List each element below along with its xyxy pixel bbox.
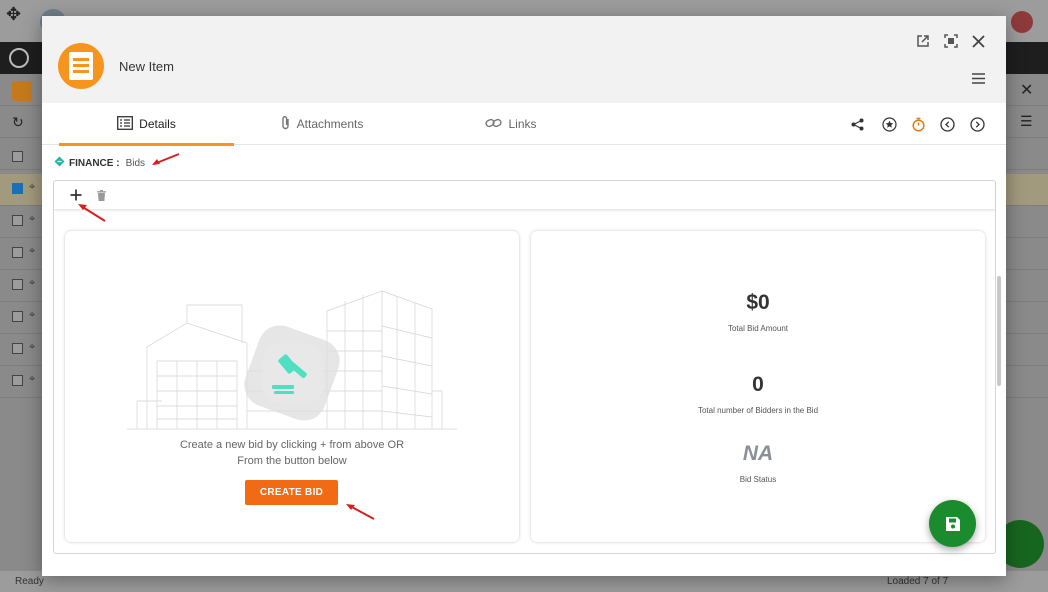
background-app-icon [9,48,29,68]
empty-state-line2: From the button below [237,455,347,467]
total-bid-amount-label: Total Bid Amount [727,324,789,333]
link-icon [485,117,503,132]
next-icon[interactable] [968,115,986,133]
details-icon [117,115,134,133]
create-bid-button[interactable]: CREATE BID [245,480,338,505]
breadcrumb: FINANCE : Bids [54,156,145,170]
row-checkbox[interactable] [12,183,23,194]
bid-summary-card: $0 Total Bid Amount 0 Total number of Bi… [531,231,985,542]
row-checkbox[interactable] [12,343,23,354]
tab-details-label: Details [139,117,176,131]
row-checkbox[interactable] [12,375,23,386]
finance-module-icon [54,156,65,170]
move-cursor-icon: ✥ [6,4,22,24]
tab-attachments-label: Attachments [296,117,364,131]
bidder-count-value: 0 [752,373,764,396]
menu-icon[interactable] [969,69,987,87]
location-pin-icon: ⌖ [29,341,36,353]
row-checkbox[interactable] [12,247,23,258]
tab-links-label: Links [508,117,537,131]
bid-status-label: Bid Status [739,475,777,484]
location-pin-icon: ⌖ [29,245,36,257]
modal-title: New Item [119,59,174,74]
breadcrumb-module[interactable]: FINANCE : [69,158,120,169]
row-checkbox[interactable] [12,311,23,322]
save-button[interactable] [929,500,976,547]
background-module-icon [12,81,32,101]
tab-attachments[interactable]: Attachments [272,103,372,145]
tab-details[interactable]: Details [59,103,234,146]
background-close-icon[interactable]: ✕ [1020,80,1033,100]
location-pin-icon: ⌖ [29,373,36,385]
status-loaded: Loaded 7 of 7 [887,576,949,587]
previous-icon[interactable] [938,115,956,133]
background-menu-icon[interactable]: ☰ [1020,113,1033,130]
modal-scrollbar[interactable] [997,276,1001,386]
row-checkbox[interactable] [12,279,23,290]
tab-bar: Details Attachments Links [42,103,1006,146]
location-pin-icon: ⌖ [29,181,36,193]
annotation-arrow-add [78,204,106,222]
tab-links[interactable]: Links [466,103,556,145]
row-checkbox[interactable] [12,215,23,226]
fullscreen-icon[interactable] [942,32,960,50]
user-avatar[interactable] [1011,11,1033,33]
annotation-arrow-breadcrumb [152,153,180,165]
timer-icon[interactable] [909,115,927,133]
share-icon[interactable] [848,115,866,133]
bidder-count-label: Total number of Bidders in the Bid [697,406,819,415]
empty-state-line1: Create a new bid by clicking + from abov… [179,439,405,451]
location-pin-icon: ⌖ [29,213,36,225]
favorite-star-icon[interactable] [880,115,898,133]
item-modal: New Item Details Attachments Links FINAN… [42,16,1006,576]
save-icon [945,516,960,531]
annotation-arrow-create [346,504,375,520]
bids-panel: Create a new bid by clicking + from abov… [53,180,996,554]
row-checkbox[interactable] [12,151,23,162]
location-pin-icon: ⌖ [29,277,36,289]
modal-header: New Item [42,16,1006,103]
location-pin-icon: ⌖ [29,309,36,321]
total-bid-amount-value: $0 [746,291,770,314]
bids-empty-card: Create a new bid by clicking + from abov… [65,231,519,542]
bids-module-logo [58,43,104,89]
breadcrumb-submodule[interactable]: Bids [126,158,145,169]
paperclip-icon [281,115,291,133]
refresh-icon[interactable]: ↻ [12,114,24,131]
bids-toolbar [54,181,995,210]
bid-status-value: NA [742,442,774,465]
open-external-icon[interactable] [914,32,932,50]
gavel-icon [272,354,307,394]
status-ready: Ready [15,576,44,587]
close-icon[interactable] [969,32,987,50]
